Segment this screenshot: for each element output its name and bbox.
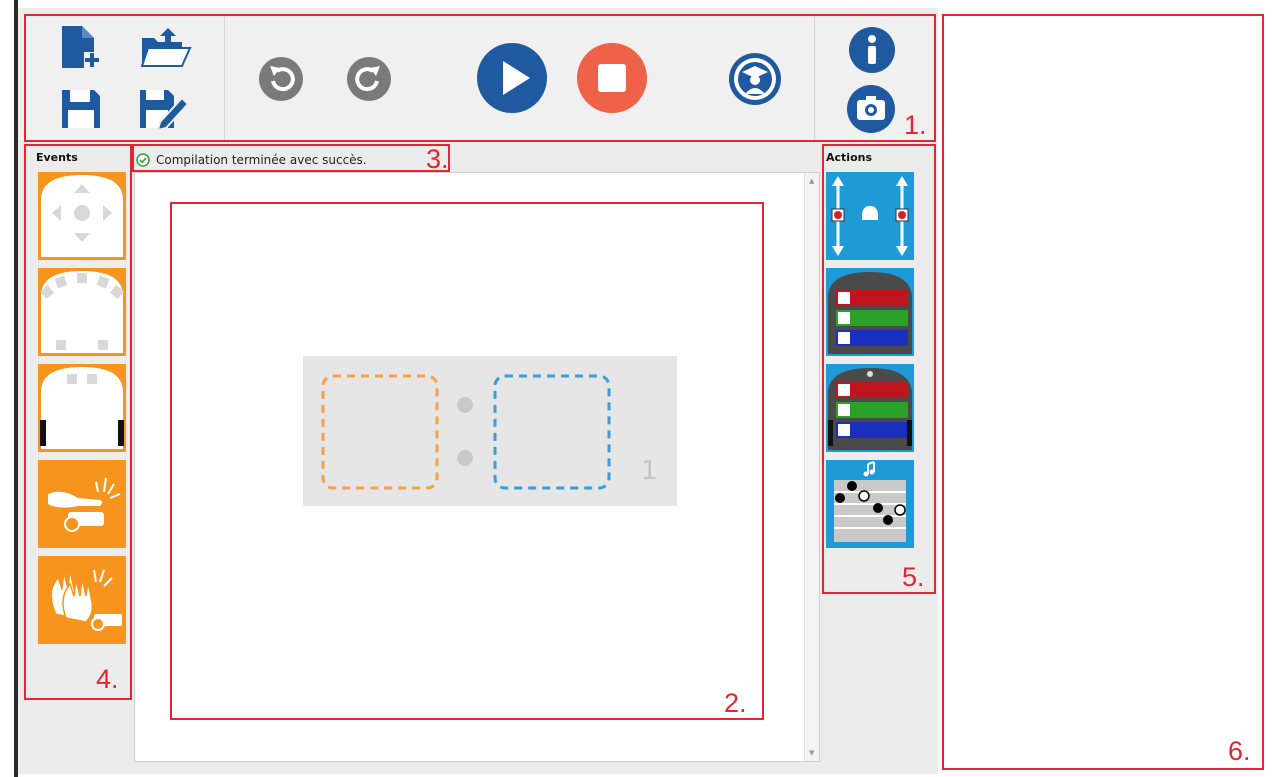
save-as-icon (140, 90, 190, 132)
run-button[interactable] (476, 42, 548, 114)
action-block-music[interactable] (826, 460, 914, 548)
open-button[interactable] (138, 26, 194, 70)
compilation-status: Compilation terminée avec succès. (136, 150, 367, 170)
workspace-scrollbar[interactable]: ▲ ▼ (804, 173, 819, 761)
action-block-bottom-color[interactable] (826, 364, 914, 452)
toolbar-separator (814, 14, 815, 140)
save-button[interactable] (58, 86, 102, 130)
annotation-label-5: 5. (902, 562, 925, 592)
scroll-down-arrow-icon[interactable]: ▼ (809, 749, 814, 757)
undo-icon (259, 57, 303, 101)
save-icon (62, 90, 100, 128)
redo-button[interactable] (346, 56, 392, 102)
new-file-button[interactable] (58, 24, 102, 72)
open-folder-icon (140, 28, 192, 67)
event-block-buttons[interactable] (38, 172, 126, 260)
annotation-label-6: 6. (1228, 736, 1251, 766)
event-block-tap[interactable] (38, 460, 126, 548)
actions-title: Actions (826, 151, 872, 164)
redo-icon (347, 57, 391, 101)
stop-button[interactable] (576, 42, 648, 114)
annotation-label-4: 4. (96, 664, 119, 694)
play-icon (477, 43, 547, 113)
rule-colon-dot (457, 450, 473, 466)
new-file-icon (62, 26, 100, 68)
empty-rule[interactable]: 1 (303, 356, 677, 506)
teacher-mode-icon (729, 53, 781, 105)
bottom-color-action-icon (826, 364, 914, 452)
undo-button[interactable] (258, 56, 304, 102)
rule-number: 1 (641, 456, 658, 486)
action-drop-slot (493, 374, 611, 490)
about-button[interactable] (848, 26, 896, 74)
stop-icon (577, 43, 647, 113)
buttons-event-icon (38, 172, 126, 260)
rule-slots (321, 374, 611, 490)
side-panel (944, 16, 1264, 770)
top-color-action-icon (826, 268, 914, 356)
rule-colon-dot (457, 397, 473, 413)
vpl-application: Compilation terminée avec succès. Events (0, 0, 1272, 777)
action-block-motors[interactable] (826, 172, 914, 260)
teacher-mode-button[interactable] (728, 52, 782, 106)
prox-horizontal-event-icon (38, 268, 126, 356)
screenshot-icon (847, 85, 895, 133)
event-block-prox-horizontal[interactable] (38, 268, 126, 356)
annotation-label-1: 1. (904, 110, 927, 140)
clap-event-icon (38, 556, 126, 644)
event-drop-slot (321, 374, 439, 490)
screenshot-button[interactable] (846, 84, 896, 134)
music-action-icon (826, 460, 914, 548)
tap-event-icon (38, 460, 126, 548)
action-block-top-color[interactable] (826, 268, 914, 356)
success-check-icon (136, 153, 150, 167)
annotation-label-2: 2. (724, 688, 747, 718)
prox-ground-event-icon (38, 364, 126, 452)
info-icon (849, 27, 895, 73)
motors-action-icon (826, 172, 914, 260)
event-block-clap[interactable] (38, 556, 126, 644)
scroll-up-arrow-icon[interactable]: ▲ (809, 177, 814, 185)
event-block-prox-ground[interactable] (38, 364, 126, 452)
status-message: Compilation terminée avec succès. (156, 153, 367, 167)
toolbar-separator (224, 14, 225, 140)
events-title: Events (36, 151, 78, 164)
save-as-button[interactable] (138, 86, 190, 132)
annotation-label-3: 3. (426, 144, 449, 174)
